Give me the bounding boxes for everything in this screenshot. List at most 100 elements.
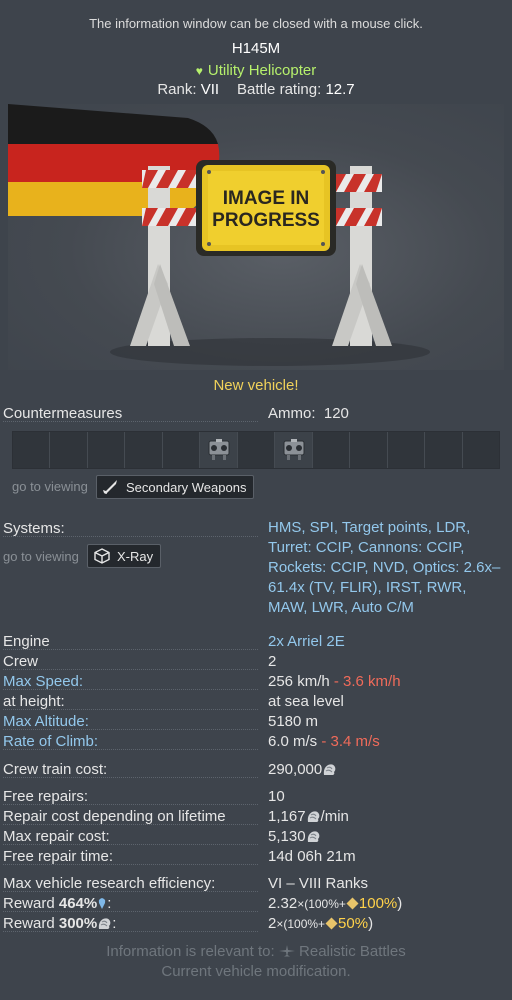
reward-rp-line: 2.32×(100%+ 100%) [268,895,402,912]
reward-sl-line: 2×(100%+ 50%) [268,915,373,932]
max-altitude-label: Max Altitude: [3,713,89,730]
max-speed-label: Max Speed: [3,673,84,690]
systems-value: HMS, SPI, Target points, LDR, Turret: CC… [268,519,501,616]
rate-of-climb-line: 6.0 m/s - 3.4 m/s [268,733,380,750]
xray-label: X-Ray [117,548,154,564]
countermeasure-slot [237,432,276,468]
barrier-right [330,166,392,346]
battle-rating-label: Battle rating: [237,81,322,98]
countermeasure-slot [387,432,426,468]
countermeasure-dispenser-icon [208,439,230,460]
reward-rp-formula: ×(100%+ [297,897,346,911]
rate-of-climb-label: Rate of Climb: [3,733,99,750]
repair-lifetime-line: 1,167/min [268,808,349,825]
goto-viewing-label: go to viewing [12,479,88,494]
divider [3,891,258,892]
countermeasure-slot [162,432,201,468]
relevance-note: Information is relevant to: Realistic Ba… [0,943,512,960]
divider [3,421,258,422]
countermeasure-slot [425,432,463,468]
vehicle-class: ♥ Utility Helicopter [0,62,512,79]
countermeasure-slot [125,432,163,468]
engine-value: 2x Arriel 2E [268,633,345,650]
free-repairs-label: Free repairs: [3,788,89,805]
rate-of-climb-value: 6.0 m/s [268,733,318,750]
repair-lifetime-unit: /min [320,808,349,825]
image-in-progress-illustration: IMAGE IN PROGRESS [8,104,430,366]
research-efficiency-label: Max vehicle research efficiency: [3,875,216,892]
max-speed-penalty: - 3.6 km/h [333,673,401,690]
rank-value: VII [200,81,220,98]
silver-lions-icon [99,918,111,929]
countermeasure-slots [12,431,500,469]
height-value: at sea level [268,693,344,710]
heart-icon: ♥ [195,64,203,78]
divider [3,536,258,537]
divider [3,649,258,650]
image-in-progress-sign: IMAGE IN PROGRESS [196,160,336,256]
divider [3,911,258,912]
divider [3,669,258,670]
systems-label: Systems: [3,520,65,537]
secondary-weapons-label: Secondary Weapons [126,479,247,495]
divider [3,689,258,690]
german-flag [8,104,220,216]
rocket-icon [103,480,117,494]
engine-label: Engine [3,633,50,650]
repair-lifetime-label: Repair cost depending on lifetime [3,808,226,825]
vehicle-class-label: Utility Helicopter [207,62,317,79]
xray-button[interactable]: X-Ray [87,544,162,568]
secondary-weapons-button[interactable]: Secondary Weapons [96,475,255,499]
divider [3,749,258,750]
max-repair-label: Max repair cost: [3,828,110,845]
reward-rp-multiplier: 2.32 [268,895,298,912]
game-mode: Realistic Battles [299,943,406,960]
reward-rp-pct: 464% [58,895,98,912]
plane-icon [278,945,295,957]
vehicle-image: IMAGE IN PROGRESS [8,104,504,370]
crew-train-value: 290,000 [268,761,323,778]
countermeasure-slot [275,432,313,468]
countermeasures-label: Countermeasures [3,405,123,422]
reward-sl-formula: ×(100%+ [276,917,326,931]
countermeasure-slot [200,432,238,468]
divider [3,709,258,710]
countermeasure-slot [50,432,88,468]
reward-rp-label: Reward 464%: [3,895,112,912]
countermeasure-slot [312,432,351,468]
reward-sl-close: ) [368,915,374,932]
reward-sl-bonus: 50% [338,915,369,932]
max-repair-value: 5,130 [268,828,306,845]
research-points-icon [99,898,106,909]
ammo-line: Ammo: 120 [268,405,349,422]
divider [3,824,258,825]
close-hint: The information window can be closed wit… [89,16,423,31]
free-repairs-value: 10 [268,788,285,805]
free-repair-time-value: 14d 06h 21m [268,848,356,865]
countermeasure-dispenser-icon [283,439,305,460]
silver-lions-icon [307,811,319,822]
height-label: at height: [3,693,65,710]
ammo-value: 120 [323,405,349,422]
silver-lions-icon [307,831,319,842]
reward-sl-text: Reward [3,915,59,932]
reward-rp-close: ) [397,895,403,912]
reward-rp-text: Reward [3,895,59,912]
crew-label: Crew [3,653,39,670]
max-altitude-value: 5180 m [268,713,319,730]
max-speed-line: 256 km/h - 3.6 km/h [268,673,401,690]
free-repair-time-label: Free repair time: [3,848,114,865]
countermeasure-slot [13,432,51,468]
silver-lions-icon [324,764,336,775]
divider [3,931,258,932]
divider [3,864,258,865]
premium-bonus-icon [325,917,338,930]
repair-lifetime-value: 1,167 [268,808,306,825]
divider [3,729,258,730]
xray-cube-icon [94,548,110,564]
divider [3,777,258,778]
crew-train-line: 290,000 [268,761,337,778]
rank-label: Rank: [157,81,197,98]
rate-of-climb-penalty: - 3.4 m/s [321,733,380,750]
countermeasure-slot [462,432,500,468]
